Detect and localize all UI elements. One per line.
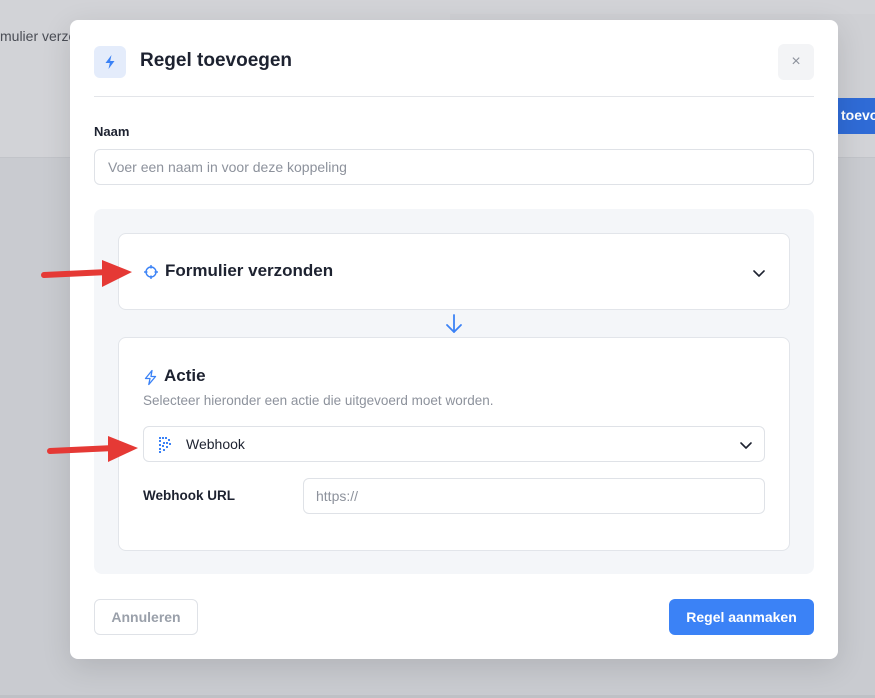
- action-select[interactable]: Webhook: [143, 426, 765, 462]
- trigger-title: Formulier verzonden: [165, 261, 334, 280]
- webhook-icon: [159, 437, 171, 453]
- annotation-arrow-icon: [47, 436, 138, 462]
- action-card: Actie Selecteer hieronder een actie die …: [118, 337, 790, 551]
- annotation-arrow-icon: [41, 260, 132, 287]
- rule-flow-area: Formulier verzonden Actie Selecteer hier…: [94, 209, 814, 574]
- modal-header: Regel toevoegen ×: [94, 44, 814, 97]
- cancel-button[interactable]: Annuleren: [94, 599, 198, 635]
- crosshair-icon: [144, 265, 158, 279]
- name-input[interactable]: [94, 149, 814, 185]
- close-icon: ×: [791, 53, 801, 70]
- bolt-icon: [94, 46, 126, 78]
- action-title: Actie: [164, 366, 206, 385]
- webhook-url-input[interactable]: [303, 478, 765, 514]
- name-label: Naam: [94, 124, 130, 139]
- action-description: Selecteer hieronder een actie die uitgev…: [143, 393, 494, 408]
- modal-title: Regel toevoegen: [140, 50, 293, 71]
- chevron-down-icon: [740, 442, 752, 449]
- selected-action-label: Webhook: [186, 436, 245, 452]
- trigger-card[interactable]: Formulier verzonden: [118, 233, 790, 310]
- create-rule-button[interactable]: Regel aanmaken: [669, 599, 814, 635]
- chevron-down-icon[interactable]: [751, 265, 767, 281]
- background-text: mulier verzo: [0, 28, 77, 44]
- close-button[interactable]: ×: [778, 44, 814, 80]
- webhook-url-label: Webhook URL: [143, 488, 235, 503]
- bolt-icon: [144, 369, 157, 386]
- arrow-down-icon: [446, 314, 462, 333]
- add-rule-modal: Regel toevoegen × Naam Formulier verzond…: [70, 20, 838, 659]
